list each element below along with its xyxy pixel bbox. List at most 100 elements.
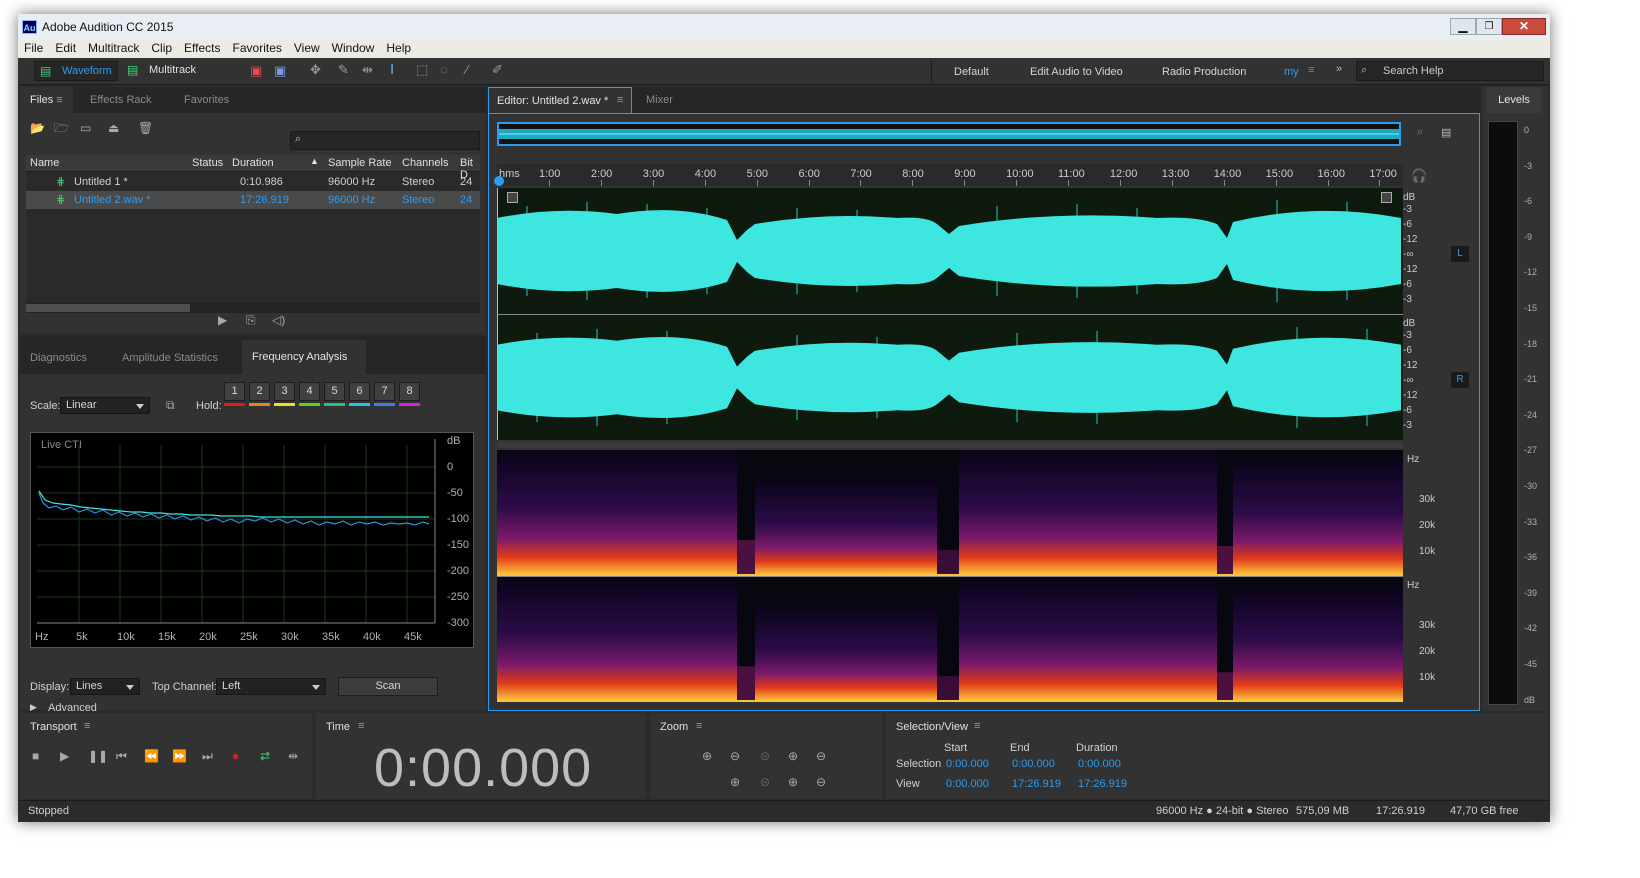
levels-tab[interactable]: Levels <box>1486 87 1542 113</box>
tab-frequency-analysis[interactable]: Frequency Analysis ≡ <box>242 340 366 397</box>
spectral-frequency-icon[interactable]: ▣ <box>250 63 262 79</box>
view-start[interactable]: 0:00.000 <box>946 778 989 790</box>
skip-icon[interactable]: ⇹ <box>288 749 298 763</box>
lasso-tool-icon[interactable]: ◌ <box>440 62 448 77</box>
selection-start[interactable]: 0:00.000 <box>946 758 989 770</box>
fade-out-handle[interactable] <box>1381 192 1392 203</box>
zoom-in-amplitude-icon[interactable]: ⊕ <box>702 749 712 763</box>
autoplay-icon[interactable]: ◁) <box>272 313 285 327</box>
editor-tab[interactable]: Editor: Untitled 2.wav * ≡ <box>488 87 632 113</box>
stop-icon[interactable]: ■ <box>32 749 39 763</box>
import-file-icon[interactable]: 🗁 <box>54 121 69 135</box>
tab-files[interactable]: Files ≡ <box>20 87 73 113</box>
loop-playback-icon[interactable]: ⇄ <box>260 749 270 763</box>
channel-right-button[interactable]: R <box>1451 372 1469 388</box>
rewind-icon[interactable]: ⏪ <box>144 749 159 763</box>
slip-tool-icon[interactable]: ⇹ <box>362 62 373 78</box>
spectrogram-display[interactable] <box>497 450 1403 702</box>
panel-menu-icon[interactable]: ≡ <box>56 94 62 106</box>
workspace-menu-icon[interactable]: ≡ <box>1308 64 1314 76</box>
scale-dropdown[interactable]: Linear <box>60 397 150 414</box>
col-duration[interactable]: Duration <box>232 157 274 169</box>
minimize-button[interactable]: ▁ <box>1450 18 1476 35</box>
fast-forward-icon[interactable]: ⏩ <box>172 749 187 763</box>
tab-effects-rack[interactable]: Effects Rack <box>80 87 162 113</box>
workspace-edit-audio-to-video[interactable]: Edit Audio to Video <box>1030 66 1123 78</box>
menu-effects[interactable]: Effects <box>178 40 226 55</box>
hold-button-5[interactable]: 5 <box>324 382 345 401</box>
waveform-view-button[interactable]: ▤ Waveform <box>34 61 118 81</box>
headphones-icon[interactable]: 🎧 <box>1411 168 1427 184</box>
top-channel-dropdown[interactable]: Left <box>216 678 326 695</box>
tab-diagnostics[interactable]: Diagnostics <box>20 342 97 374</box>
time-ruler[interactable]: hms 1:00 2:00 3:00 4:00 5:00 6:00 7:00 8:00 9:00… <box>494 164 1403 186</box>
hold-button-6[interactable]: 6 <box>349 382 370 401</box>
zoom-out-point-icon[interactable]: ⊖ <box>816 775 826 789</box>
splitter-handle[interactable] <box>497 442 1403 448</box>
table-row[interactable]: ⋕ Untitled 2.wav * 17:26.919 96000 Hz St… <box>26 191 480 209</box>
display-options-icon[interactable]: ▤ <box>1441 126 1451 139</box>
col-channels[interactable]: Channels <box>402 157 448 169</box>
menu-help[interactable]: Help <box>380 40 417 55</box>
panel-menu-icon[interactable]: ≡ <box>696 720 702 732</box>
multitrack-view-button[interactable]: ▤ Multitrack <box>120 61 204 81</box>
menu-clip[interactable]: Clip <box>145 40 178 55</box>
play-icon[interactable]: ▶ <box>60 749 69 763</box>
menu-multitrack[interactable]: Multitrack <box>82 40 145 55</box>
insert-icon[interactable]: ⏏ <box>108 121 119 135</box>
panel-menu-icon[interactable]: ≡ <box>358 720 364 732</box>
move-tool-icon[interactable]: ✥ <box>310 62 321 78</box>
zoom-in-time-icon[interactable]: ⊕ <box>788 749 798 763</box>
table-row[interactable]: ⋕ Untitled 1 * 0:10.986 96000 Hz Stereo … <box>26 173 480 191</box>
workspace-radio-production[interactable]: Radio Production <box>1162 66 1246 78</box>
close-button[interactable]: ✕ <box>1502 18 1546 35</box>
zoom-reset-amplitude-icon[interactable]: ⊝ <box>760 749 770 763</box>
hold-button-8[interactable]: 8 <box>399 382 420 401</box>
view-end[interactable]: 17:26.919 <box>1012 778 1061 790</box>
play-icon[interactable]: ▶ <box>218 313 227 327</box>
workspace-my[interactable]: my <box>1284 66 1299 78</box>
spectral-pitch-icon[interactable]: ▣ <box>274 63 286 79</box>
pause-icon[interactable]: ❚❚ <box>88 749 108 763</box>
razor-tool-icon[interactable]: ✎ <box>338 62 349 78</box>
hold-button-1[interactable]: 1 <box>224 382 245 401</box>
zoom-out-time-icon[interactable]: ⊖ <box>816 749 826 763</box>
col-sample-rate[interactable]: Sample Rate <box>328 157 392 169</box>
display-dropdown[interactable]: Lines <box>70 678 140 695</box>
selection-end[interactable]: 0:00.000 <box>1012 758 1055 770</box>
panel-menu-icon[interactable]: ≡ <box>617 94 623 106</box>
time-display[interactable]: 0:00.000 <box>374 737 592 799</box>
view-duration[interactable]: 17:26.919 <box>1078 778 1127 790</box>
menu-window[interactable]: Window <box>326 40 381 55</box>
menu-edit[interactable]: Edit <box>49 40 82 55</box>
scan-button[interactable]: Scan <box>338 677 438 696</box>
col-name[interactable]: Name <box>30 157 59 169</box>
zoom-out-full-icon[interactable]: ⊝ <box>760 775 770 789</box>
tab-favorites[interactable]: Favorites <box>174 87 239 113</box>
zoom-to-selection-icon[interactable]: ⊕ <box>730 775 740 789</box>
panel-menu-icon[interactable]: ≡ <box>84 720 90 732</box>
tab-amplitude-statistics[interactable]: Amplitude Statistics <box>112 342 228 374</box>
selection-duration[interactable]: 0:00.000 <box>1078 758 1121 770</box>
panel-menu-icon[interactable]: ≡ <box>974 720 980 732</box>
workspace-default[interactable]: Default <box>954 66 989 78</box>
hold-button-7[interactable]: 7 <box>374 382 395 401</box>
new-file-icon[interactable]: ▭ <box>80 121 91 135</box>
open-file-icon[interactable]: 📂 <box>30 121 45 135</box>
scroll-thumb[interactable] <box>26 304 190 312</box>
healing-tool-icon[interactable]: ✐ <box>492 62 503 78</box>
zoom-out-amplitude-icon[interactable]: ⊖ <box>730 749 740 763</box>
fade-in-handle[interactable] <box>507 192 518 203</box>
brush-tool-icon[interactable]: ⁄ <box>466 62 468 77</box>
loop-icon[interactable]: ⎘ <box>246 313 256 327</box>
go-to-end-icon[interactable]: ⏭ <box>202 749 213 763</box>
chevron-right-icon[interactable]: » <box>1336 63 1342 75</box>
maximize-button[interactable]: ❐ <box>1476 18 1502 35</box>
playhead-handle[interactable] <box>494 176 504 186</box>
zoom-out-full-icon[interactable]: ⌕ <box>1417 126 1423 139</box>
menu-favorites[interactable]: Favorites <box>227 40 288 55</box>
zoom-in-point-icon[interactable]: ⊕ <box>788 775 798 789</box>
hold-button-4[interactable]: 4 <box>299 382 320 401</box>
menu-view[interactable]: View <box>288 40 326 55</box>
tab-mixer[interactable]: Mixer <box>636 87 683 113</box>
